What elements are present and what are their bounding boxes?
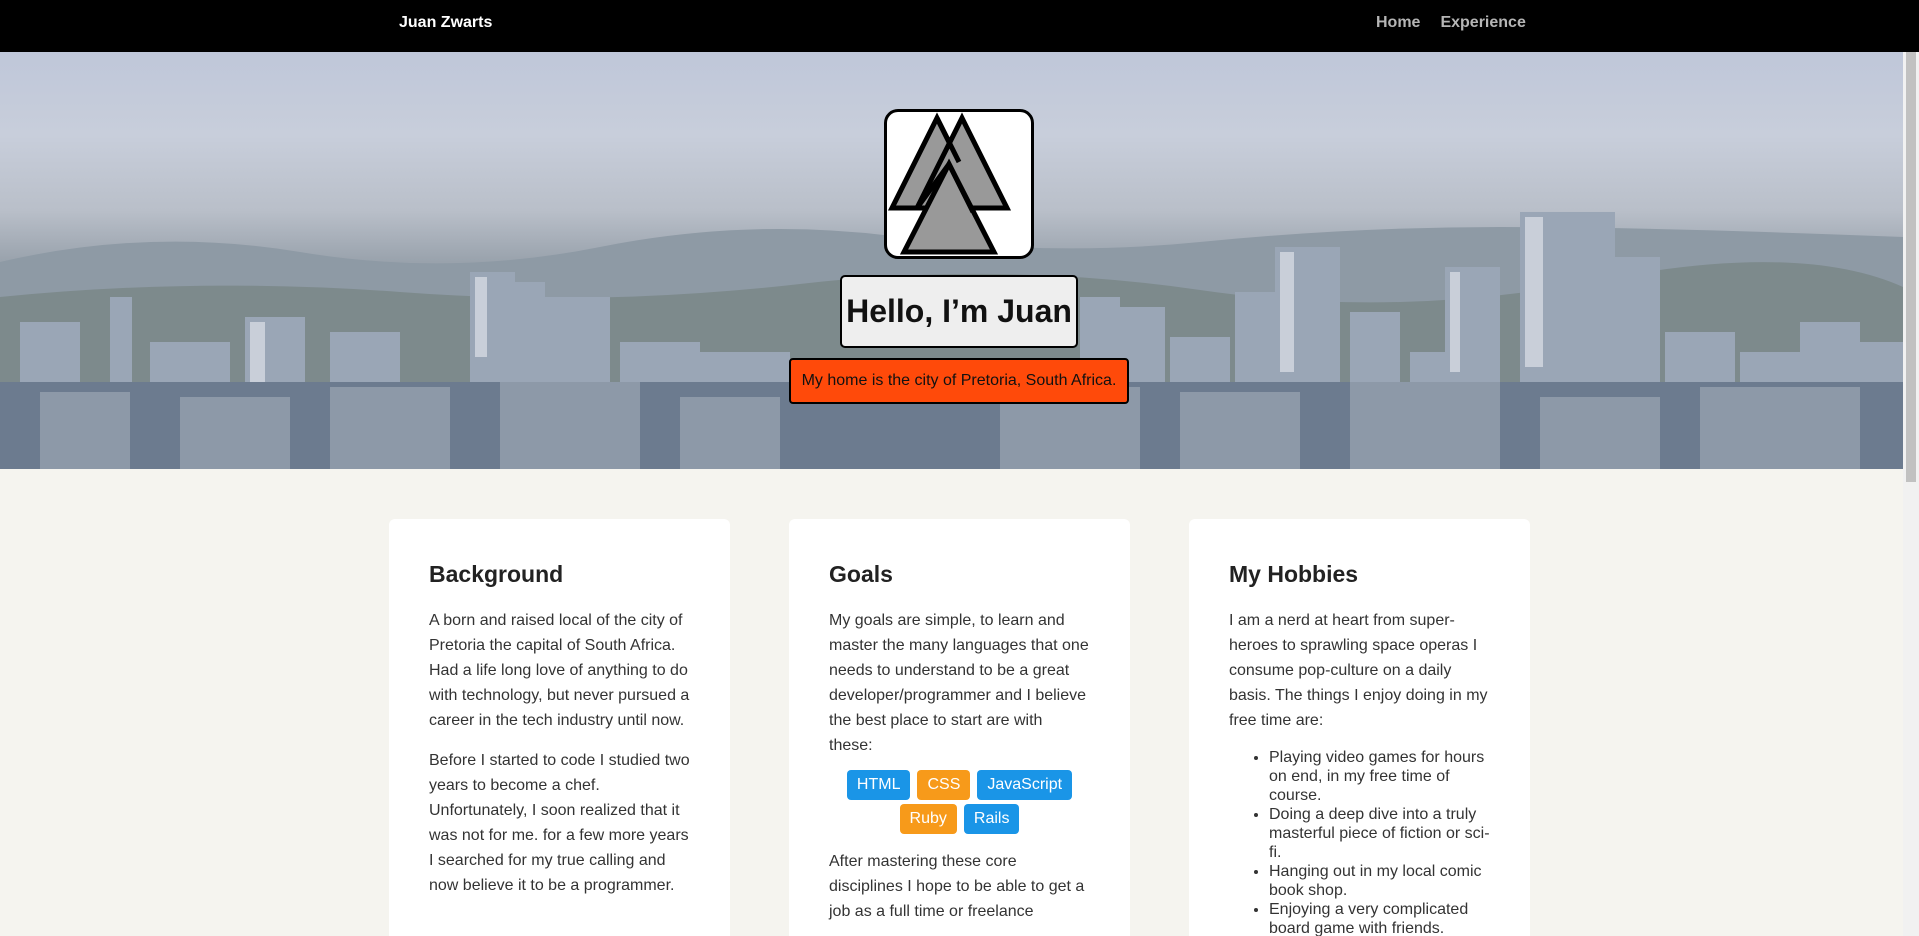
goals-outro: After mastering these core disciplines I… [829,853,1085,920]
nav-links: Home Experience [1376,14,1526,32]
list-item: Hanging out in my local comic book shop. [1269,862,1490,900]
vertical-scrollbar[interactable] [1903,52,1919,936]
goals-intro: My goals are simple, to learn and master… [829,612,1089,754]
skill-tag-rails: Rails [963,804,1020,834]
goals-card: Goals My goals are simple, to learn and … [789,519,1130,936]
valknut-logo-icon [887,112,1012,255]
brand-link[interactable]: Juan Zwarts [399,14,492,32]
skill-tag-ruby: Ruby [899,804,957,834]
navbar: Juan Zwarts Home Experience [0,0,1919,52]
background-card: Background A born and raised local of th… [389,519,730,936]
hobbies-list: Playing video games for hours on end, in… [1269,748,1490,936]
goals-heading: Goals [829,561,893,587]
skill-tag-html: HTML [846,770,911,800]
background-heading: Background [429,561,564,587]
list-item: Playing video games for hours on end, in… [1269,748,1490,805]
logo-frame [884,109,1034,259]
list-item: Enjoying a very complicated board game w… [1269,900,1490,936]
list-item: Doing a deep dive into a truly masterful… [1269,805,1490,862]
nav-link-experience[interactable]: Experience [1440,14,1525,32]
scrollbar-thumb[interactable] [1906,52,1916,482]
skill-tag-javascript: JavaScript [977,770,1073,800]
nav-link-home[interactable]: Home [1376,14,1420,32]
background-paragraph: A born and raised local of the city of P… [429,612,690,729]
hero-banner: Hello, I’m Juan My home is the city of P… [0,52,1903,469]
hobbies-intro: I am a nerd at heart from super-heroes t… [1229,612,1488,729]
skill-tags: HTML CSS JavaScript Ruby Rails [829,770,1090,834]
hero-tagline: My home is the city of Pretoria, South A… [789,358,1129,404]
hero-title-box: Hello, I’m Juan [840,275,1078,348]
skill-tag-css: CSS [917,770,971,800]
background-paragraph: Before I started to code I studied two y… [429,752,690,894]
hero-title: Hello, I’m Juan [846,293,1072,329]
hobbies-card: My Hobbies I am a nerd at heart from sup… [1189,519,1530,936]
hobbies-heading: My Hobbies [1229,561,1359,587]
